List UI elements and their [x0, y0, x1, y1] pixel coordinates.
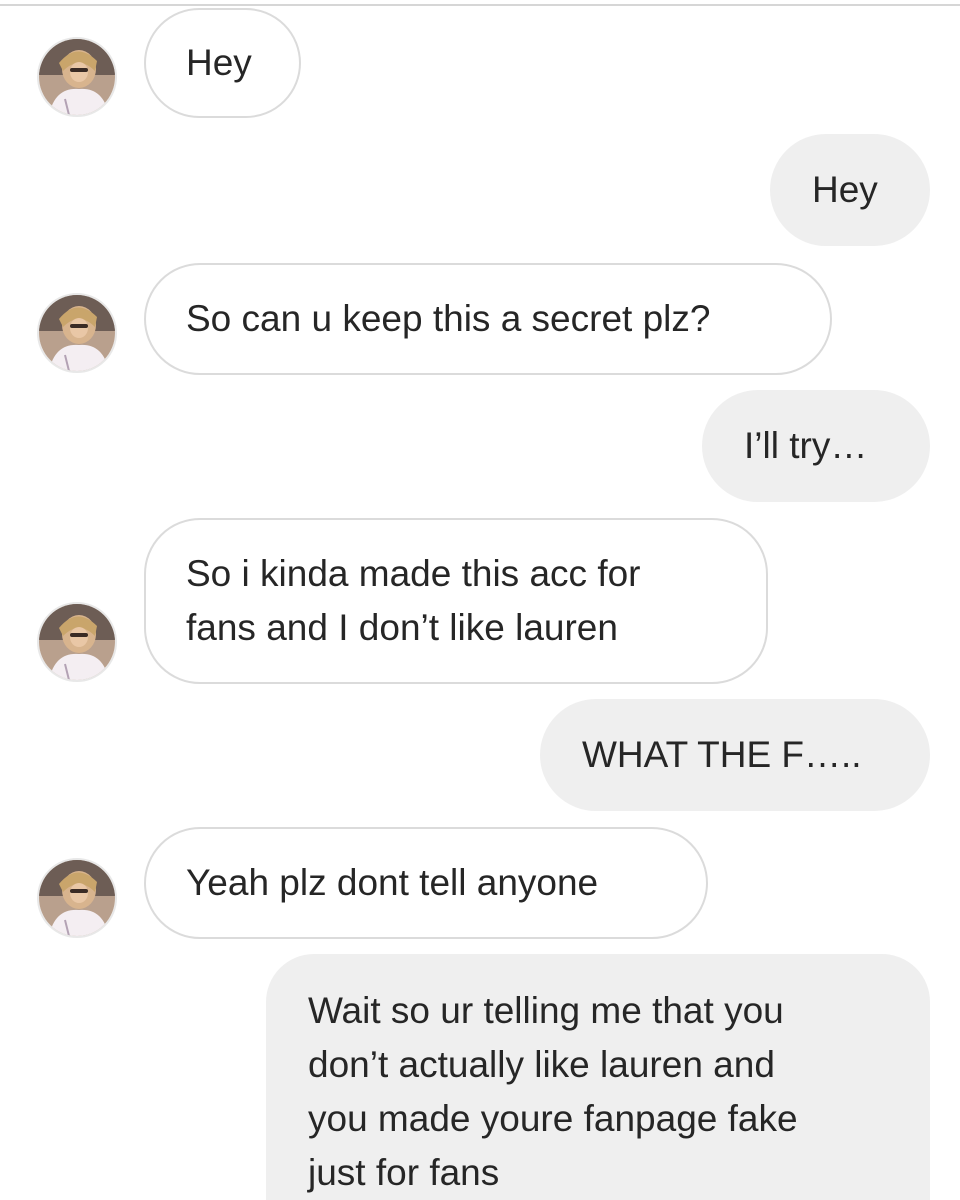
message-bubble-incoming[interactable]: Hey [144, 8, 301, 118]
message-bubble-incoming[interactable]: So i kinda made this acc for fans and I … [144, 518, 768, 684]
contact-avatar[interactable] [37, 602, 117, 682]
message-thread[interactable]: Hey Hey So can u keep this a secret plz?… [0, 0, 960, 1200]
avatar-photo-icon [39, 295, 115, 371]
message-bubble-outgoing[interactable]: Hey [770, 134, 930, 246]
contact-avatar[interactable] [37, 858, 117, 938]
message-bubble-incoming[interactable]: Yeah plz dont tell anyone [144, 827, 708, 939]
avatar-photo-icon [39, 39, 115, 115]
message-bubble-incoming[interactable]: So can u keep this a secret plz? [144, 263, 832, 375]
avatar-photo-icon [39, 604, 115, 680]
message-bubble-outgoing[interactable]: I’ll try… [702, 390, 930, 502]
message-bubble-outgoing[interactable]: Wait so ur telling me that you don’t act… [266, 954, 930, 1200]
message-bubble-outgoing[interactable]: WHAT THE F….. [540, 699, 930, 811]
contact-avatar[interactable] [37, 293, 117, 373]
avatar-photo-icon [39, 860, 115, 936]
contact-avatar[interactable] [37, 37, 117, 117]
